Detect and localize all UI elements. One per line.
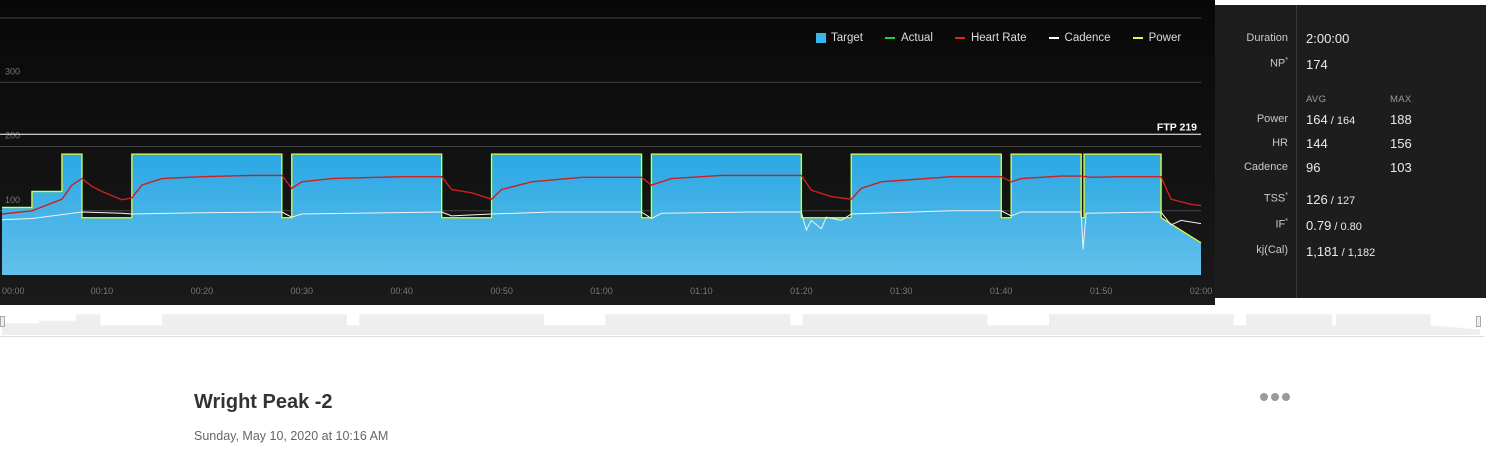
x-tick-label: 01:00 <box>590 286 613 296</box>
np-value: 174 <box>1306 57 1328 72</box>
legend-heart-rate-label: Heart Rate <box>970 32 1027 44</box>
stats-panel: Duration 2:00:00 NP* 174 AVG MAX Power 1… <box>1215 5 1486 298</box>
ellipsis-icon <box>1260 393 1268 401</box>
kj-value: 1,181 / 1,182 <box>1306 244 1376 259</box>
legend-target[interactable]: Target <box>816 32 863 44</box>
np-label: NP* <box>1269 57 1288 70</box>
x-tick-label: 01:40 <box>990 286 1013 296</box>
x-tick-label: 00:40 <box>390 286 413 296</box>
max-column-head: MAX <box>1390 94 1412 105</box>
legend-actual[interactable]: Actual <box>884 32 933 44</box>
workout-chart[interactable]: 300 200 100 FTP 219 00:00 00:10 00:20 00:30 00:4… <box>0 0 1215 305</box>
cadence-avg: 96 <box>1306 160 1321 175</box>
actual-swatch <box>884 37 895 39</box>
target-swatch <box>816 33 826 43</box>
stats-divider <box>1296 5 1297 298</box>
x-tick-label: 00:00 <box>2 286 25 296</box>
cadence-swatch <box>1048 37 1059 39</box>
legend-actual-label: Actual <box>900 32 933 44</box>
y-tick-label: 300 <box>5 66 20 76</box>
legend-power-label: Power <box>1148 32 1182 44</box>
power-swatch <box>1132 37 1143 39</box>
overview-svg <box>2 314 1480 335</box>
x-tick-label: 01:10 <box>690 286 713 296</box>
legend-power[interactable]: Power <box>1132 32 1182 44</box>
x-tick-label: 00:10 <box>91 286 114 296</box>
target-area <box>2 154 1201 275</box>
legend-heart-rate[interactable]: Heart Rate <box>954 32 1027 44</box>
scrubber-left-handle[interactable] <box>0 316 5 327</box>
workout-title: Wright Peak -2 <box>194 391 333 413</box>
ftp-label: FTP 219 <box>1157 121 1197 133</box>
power-chart-svg: 300 200 100 FTP 219 00:00 00:10 00:20 00:30 00:4… <box>0 17 1213 296</box>
legend-cadence-label: Cadence <box>1064 32 1111 44</box>
hr-avg: 144 <box>1306 136 1328 151</box>
x-tick-label: 02:00 <box>1190 286 1213 296</box>
scrubber-right-handle[interactable] <box>1476 316 1481 327</box>
tss-value: 126 / 127 <box>1306 192 1356 207</box>
if-value: 0.79 / 0.80 <box>1306 218 1362 233</box>
timeline-scrubber[interactable] <box>0 305 1484 337</box>
chart-legend: Target Actual Heart Rate Cadence Power <box>816 32 1203 44</box>
power-label: Power <box>1256 113 1288 125</box>
workout-date: Sunday, May 10, 2020 at 10:16 AM <box>194 429 389 443</box>
legend-cadence[interactable]: Cadence <box>1048 32 1111 44</box>
y-tick-label: 200 <box>5 131 20 141</box>
x-tick-label: 00:30 <box>290 286 313 296</box>
x-tick-label: 00:50 <box>490 286 513 296</box>
x-tick-label: 01:20 <box>790 286 813 296</box>
power-max: 188 <box>1390 112 1412 127</box>
hr-max: 156 <box>1390 136 1412 151</box>
x-tick-label: 00:20 <box>191 286 214 296</box>
x-tick-label: 01:50 <box>1090 286 1113 296</box>
duration-value: 2:00:00 <box>1306 31 1350 46</box>
more-options-button[interactable] <box>1260 393 1290 401</box>
tss-label: TSS* <box>1263 192 1288 205</box>
avg-column-head: AVG <box>1306 94 1327 105</box>
x-tick-label: 01:30 <box>890 286 913 296</box>
power-avg: 164 / 164 <box>1306 112 1356 127</box>
cadence-label: Cadence <box>1243 161 1288 173</box>
cadence-max: 103 <box>1390 160 1412 175</box>
kj-label: kj(Cal) <box>1256 244 1288 256</box>
heart-rate-swatch <box>954 37 965 39</box>
hr-label: HR <box>1272 137 1288 149</box>
if-label: IF* <box>1275 218 1288 231</box>
y-tick-label: 100 <box>5 195 20 205</box>
duration-label: Duration <box>1246 32 1288 44</box>
legend-target-label: Target <box>831 32 863 44</box>
ellipsis-icon <box>1271 393 1279 401</box>
ellipsis-icon <box>1282 393 1290 401</box>
overview-profile <box>2 314 1480 335</box>
